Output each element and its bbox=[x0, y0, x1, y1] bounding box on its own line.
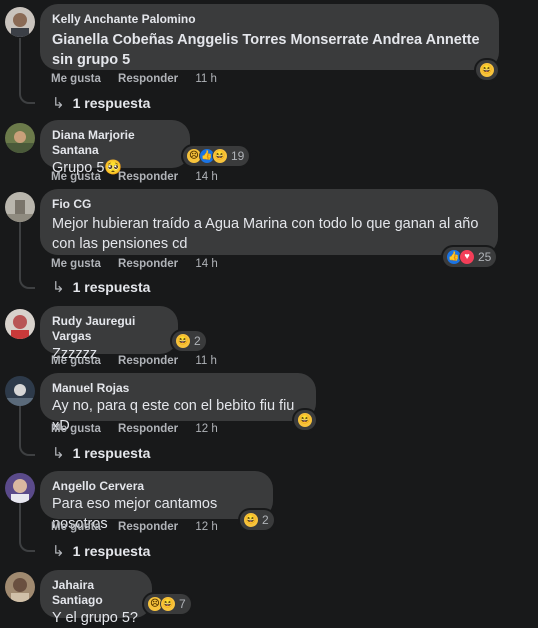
reaction-summary[interactable]: ☹ 👍 😆 19 bbox=[183, 146, 250, 166]
view-replies-link[interactable]: ↳ 1 respuesta bbox=[52, 94, 150, 112]
haha-reaction-icon: 😆 bbox=[175, 333, 191, 349]
thread-curve bbox=[19, 90, 35, 104]
haha-reaction-icon: 😆 bbox=[297, 412, 313, 428]
comment-bubble: Manuel Rojas Ay no, para q este con el b… bbox=[40, 373, 316, 434]
avatar[interactable] bbox=[5, 123, 35, 153]
reaction-count: 25 bbox=[478, 250, 492, 264]
avatar[interactable] bbox=[5, 7, 35, 37]
comment-bubble: Kelly Anchante Palomino Gianella Cobeñas… bbox=[40, 4, 499, 70]
reaction-summary[interactable]: 😆 2 bbox=[172, 331, 206, 351]
reply-arrow-icon: ↳ bbox=[52, 95, 65, 112]
thread-curve bbox=[19, 275, 35, 289]
reaction-count: 2 bbox=[194, 334, 201, 348]
replies-count: 1 respuesta bbox=[72, 543, 151, 559]
reply-button[interactable]: Responder bbox=[118, 423, 178, 435]
haha-reaction-icon: 😆 bbox=[243, 512, 259, 528]
comment-text: Mejor hubieran traído a Agua Marina con … bbox=[52, 216, 479, 252]
avatar[interactable] bbox=[5, 192, 35, 222]
reply-arrow-icon: ↳ bbox=[52, 543, 65, 560]
thread-line bbox=[19, 406, 21, 444]
comment-text: Y el grupo 5? bbox=[52, 610, 138, 626]
reaction-count: 2 bbox=[262, 513, 269, 527]
replies-count: 1 respuesta bbox=[72, 279, 151, 295]
reply-button[interactable]: Responder bbox=[118, 73, 178, 85]
view-replies-link[interactable]: ↳ 1 respuesta bbox=[52, 542, 150, 560]
haha-reaction-icon: 😆 bbox=[212, 148, 228, 164]
reaction-count: 19 bbox=[231, 149, 245, 163]
reaction-summary[interactable]: 😆 2 bbox=[240, 510, 274, 530]
comment-timestamp[interactable]: 12 h bbox=[195, 423, 217, 435]
reply-arrow-icon: ↳ bbox=[52, 445, 65, 462]
comment-author[interactable]: Fio CG bbox=[52, 197, 486, 212]
avatar[interactable] bbox=[5, 376, 35, 406]
thread-curve bbox=[19, 538, 35, 552]
replies-count: 1 respuesta bbox=[72, 95, 151, 111]
like-button[interactable]: Me gusta bbox=[51, 73, 101, 85]
comment-bubble: Rudy Jauregui Vargas Zzzzzz bbox=[40, 306, 178, 362]
comment-bubble: Diana Marjorie Santana Grupo 5🥺 bbox=[40, 120, 190, 176]
reaction-summary[interactable]: 👍 ♥ 25 bbox=[443, 247, 497, 267]
reaction-summary[interactable]: 😆 bbox=[294, 410, 316, 430]
comment-author[interactable]: Diana Marjorie Santana bbox=[52, 128, 178, 158]
comment-bubble: Jahaira Santiago Y el grupo 5? bbox=[40, 570, 152, 626]
comment-author[interactable]: Jahaira Santiago bbox=[52, 578, 140, 608]
comment-author[interactable]: Angello Cervera bbox=[52, 479, 261, 494]
comment-timestamp[interactable]: 12 h bbox=[195, 521, 217, 533]
like-button[interactable]: Me gusta bbox=[51, 423, 101, 435]
comment-author[interactable]: Manuel Rojas bbox=[52, 381, 304, 396]
avatar[interactable] bbox=[5, 309, 35, 339]
comment-actions: Me gusta Responder 11 h bbox=[51, 355, 231, 367]
comment-author[interactable]: Kelly Anchante Palomino bbox=[52, 12, 487, 27]
reply-button[interactable]: Responder bbox=[118, 171, 178, 183]
comment-actions: Me gusta Responder 12 h bbox=[51, 521, 232, 533]
comment-timestamp[interactable]: 14 h bbox=[195, 258, 217, 270]
view-replies-link[interactable]: ↳ 1 respuesta bbox=[52, 444, 150, 462]
comment-bubble: Angello Cervera Para eso mejor cantamos … bbox=[40, 471, 273, 532]
comment-text: Gianella Cobeñas Anggelis Torres Monserr… bbox=[52, 32, 480, 68]
comment-author[interactable]: Rudy Jauregui Vargas bbox=[52, 314, 166, 344]
thread-curve bbox=[19, 442, 35, 456]
comment-actions: Me gusta Responder 11 h bbox=[51, 73, 231, 85]
like-button[interactable]: Me gusta bbox=[51, 521, 101, 533]
reply-button[interactable]: Responder bbox=[118, 521, 178, 533]
thread-line bbox=[19, 38, 21, 90]
like-button[interactable]: Me gusta bbox=[51, 258, 101, 270]
reply-button[interactable]: Responder bbox=[118, 258, 178, 270]
comment-timestamp[interactable]: 11 h bbox=[195, 73, 217, 85]
like-button[interactable]: Me gusta bbox=[51, 171, 101, 183]
comment-actions: Me gusta Responder 14 h bbox=[51, 258, 232, 270]
comment-timestamp[interactable]: 14 h bbox=[195, 171, 217, 183]
reply-arrow-icon: ↳ bbox=[52, 279, 65, 296]
like-button[interactable]: Me gusta bbox=[51, 355, 101, 367]
reaction-summary[interactable]: 😆 bbox=[476, 60, 498, 80]
avatar[interactable] bbox=[5, 572, 35, 602]
comment-timestamp[interactable]: 11 h bbox=[195, 355, 217, 367]
comment-bubble: Fio CG Mejor hubieran traído a Agua Mari… bbox=[40, 189, 498, 255]
thread-line bbox=[19, 503, 21, 541]
view-replies-link[interactable]: ↳ 1 respuesta bbox=[52, 278, 150, 296]
reply-button[interactable]: Responder bbox=[118, 355, 178, 367]
love-reaction-icon: ♥ bbox=[459, 249, 475, 265]
reaction-summary[interactable]: ☹ 😆 7 bbox=[144, 594, 191, 614]
comment-actions: Me gusta Responder 12 h bbox=[51, 423, 232, 435]
haha-reaction-icon: 😆 bbox=[479, 62, 495, 78]
comment-actions: Me gusta Responder 14 h bbox=[51, 171, 232, 183]
replies-count: 1 respuesta bbox=[72, 445, 151, 461]
avatar[interactable] bbox=[5, 473, 35, 503]
reaction-count: 7 bbox=[179, 597, 186, 611]
haha-reaction-icon: 😆 bbox=[160, 596, 176, 612]
thread-line bbox=[19, 222, 21, 278]
